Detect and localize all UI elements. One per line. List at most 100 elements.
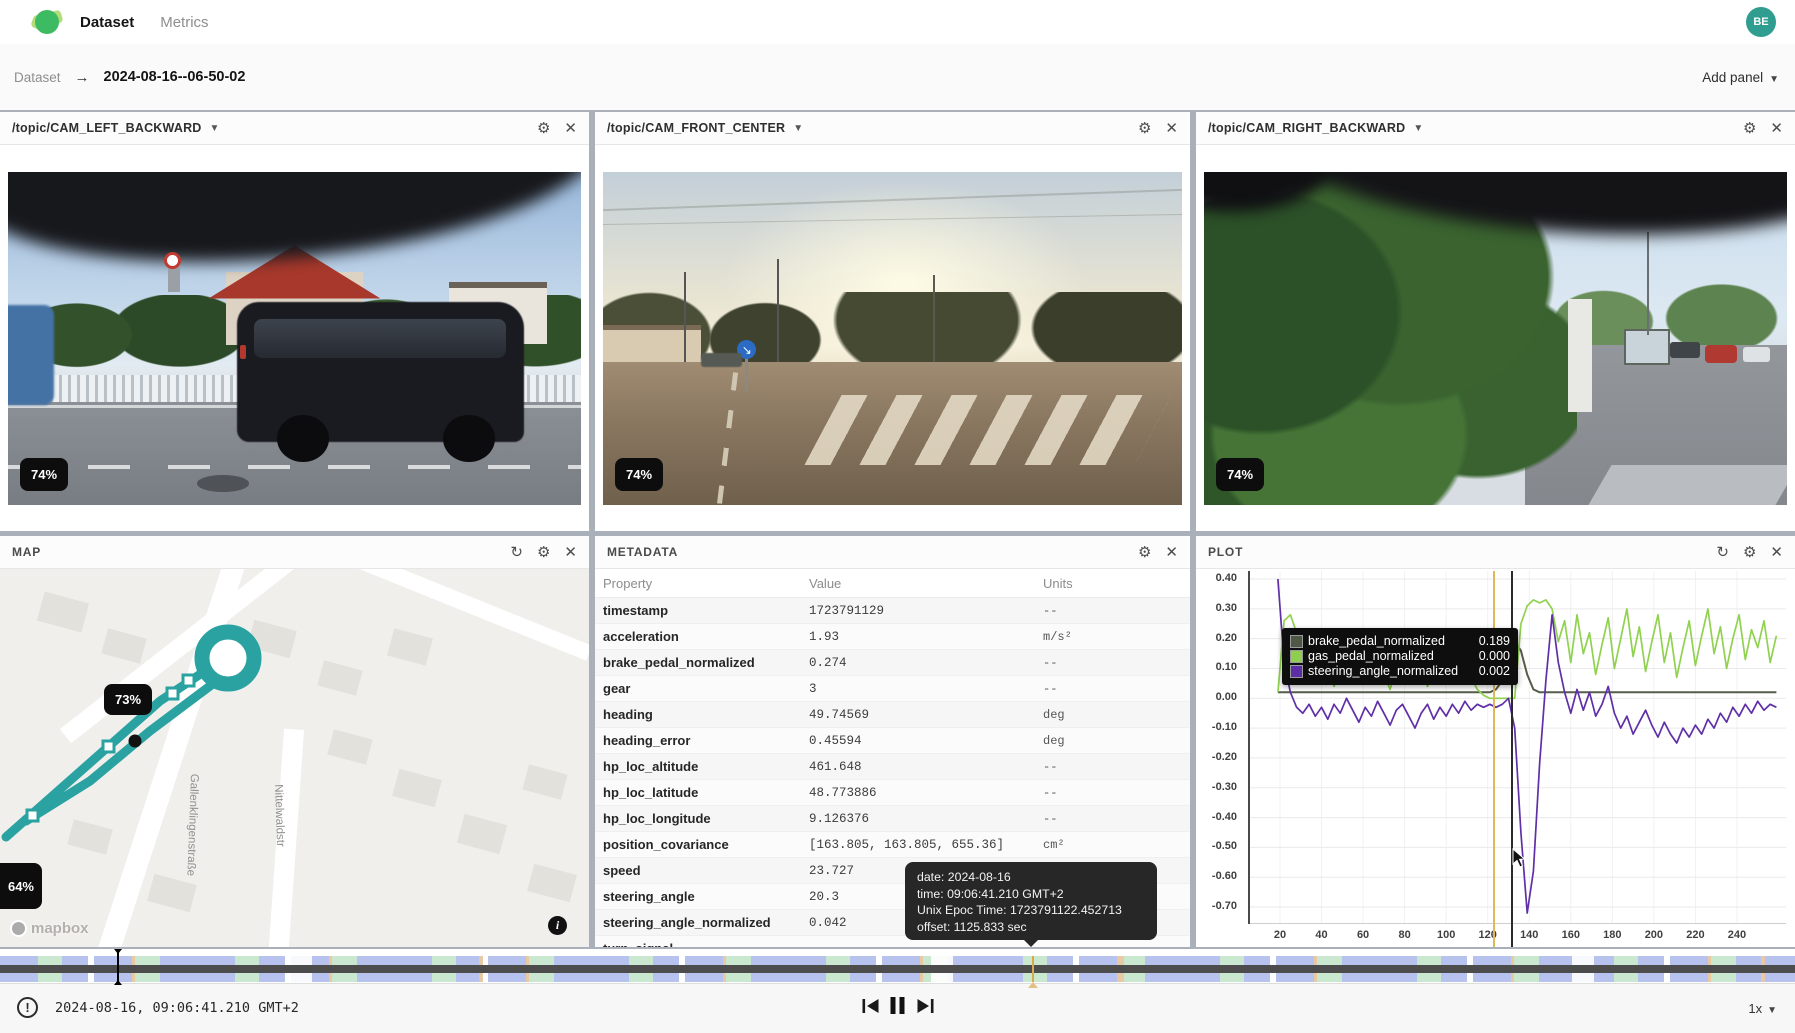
topic-select[interactable]: /topic/CAM_LEFT_BACKWARD: [12, 121, 202, 135]
chevron-down-icon[interactable]: ▼: [793, 123, 803, 134]
y-tick-label: -0.10: [1196, 721, 1237, 733]
chevron-down-icon[interactable]: ▼: [1413, 123, 1423, 134]
alert-icon[interactable]: !: [17, 997, 38, 1018]
road-sign: [164, 252, 181, 269]
user-avatar[interactable]: BE: [1746, 7, 1776, 37]
app-window: { "topbar": { "tabs": [ {"label": "Datas…: [0, 0, 1795, 1033]
timeline-track-bottom[interactable]: [0, 973, 1795, 982]
panel-header: /topic/CAM_LEFT_BACKWARD ▼ ⚙ ✕: [0, 112, 589, 145]
meta-units: deg: [1043, 734, 1190, 748]
add-panel-label: Add panel: [1702, 70, 1763, 85]
legend-row: gas_pedal_normalized0.000: [1290, 649, 1510, 664]
table-row: hp_loc_latitude 48.773886 --: [595, 780, 1190, 806]
playback-speed[interactable]: 1x▼: [1748, 1001, 1777, 1016]
breadcrumb-bar: Dataset → 2024-08-16--06-50-02 Add panel…: [0, 44, 1795, 110]
column-header-property: Property: [595, 576, 809, 591]
camera-image[interactable]: ↘ 74%: [603, 172, 1182, 505]
meta-value: 1723791129: [809, 604, 1043, 618]
brand-logo[interactable]: [32, 7, 62, 37]
map-canvas[interactable]: 73% 64% Gallenklingenstraße Nittelwaldst…: [0, 569, 589, 947]
gear-icon[interactable]: ⚙: [1138, 121, 1151, 136]
route-waypoint: [27, 810, 38, 821]
mapbox-attribution[interactable]: mapbox: [10, 920, 89, 937]
column-header-value: Value: [809, 576, 1043, 591]
skip-to-end-button[interactable]: [916, 998, 933, 1014]
top-bar: Dataset Metrics BE: [0, 0, 1795, 44]
x-tick-label: 20: [1265, 929, 1295, 941]
gear-icon[interactable]: ⚙: [1743, 121, 1756, 136]
playback-controls: [862, 997, 933, 1014]
meta-property: acceleration: [595, 629, 809, 644]
gear-icon[interactable]: ⚙: [537, 545, 550, 560]
close-icon[interactable]: ✕: [1770, 121, 1783, 136]
panel-header: /topic/CAM_FRONT_CENTER ▼ ⚙ ✕: [595, 112, 1190, 145]
tab-metrics[interactable]: Metrics: [160, 14, 208, 31]
gear-icon[interactable]: ⚙: [1138, 545, 1151, 560]
meta-property: steering_angle_normalized: [595, 915, 809, 930]
close-icon[interactable]: ✕: [1165, 121, 1178, 136]
x-tick-label: 140: [1514, 929, 1544, 941]
close-icon[interactable]: ✕: [564, 545, 577, 560]
camera-image[interactable]: 74%: [1204, 172, 1787, 505]
y-tick-label: 0.40: [1196, 572, 1237, 584]
meta-units: cm²: [1043, 838, 1190, 852]
y-tick-label: -0.20: [1196, 751, 1237, 763]
x-tick-label: 240: [1722, 929, 1752, 941]
refresh-icon[interactable]: ↻: [1716, 545, 1729, 560]
meta-value: 3: [809, 682, 1043, 696]
topic-select[interactable]: /topic/CAM_RIGHT_BACKWARD: [1208, 121, 1405, 135]
x-tick-label: 60: [1348, 929, 1378, 941]
manhole: [197, 475, 249, 492]
transport-bar: ! 2024-08-16, 09:06:41.210 GMT+2 1x▼: [0, 983, 1795, 1033]
meta-property: speed: [595, 863, 809, 878]
meta-property: hp_loc_longitude: [595, 811, 809, 826]
route-overlay: [0, 569, 589, 947]
legend-rows: brake_pedal_normalized0.189gas_pedal_nor…: [1290, 634, 1510, 679]
column-header-units: Units: [1043, 576, 1190, 591]
tooltip-date: date: 2024-08-16: [917, 869, 1145, 886]
timeline-track-top[interactable]: [0, 956, 1795, 965]
gear-icon[interactable]: ⚙: [537, 121, 550, 136]
table-row: position_covariance [163.805, 163.805, 6…: [595, 832, 1190, 858]
panel-header: PLOT ↻ ⚙ ✕: [1196, 536, 1795, 569]
plot-area[interactable]: 0.400.300.200.100.00-0.10-0.20-0.30-0.40…: [1196, 569, 1795, 947]
skip-to-start-button[interactable]: [862, 998, 879, 1014]
info-icon[interactable]: i: [548, 916, 567, 935]
panel-cam-front-center: /topic/CAM_FRONT_CENTER ▼ ⚙ ✕ ↘ 74%: [595, 112, 1190, 531]
timeline-playhead[interactable]: [117, 951, 119, 983]
close-icon[interactable]: ✕: [1165, 545, 1178, 560]
timestamp-tooltip: date: 2024-08-16 time: 09:06:41.210 GMT+…: [905, 862, 1157, 940]
map-zoom-badge: 73%: [104, 684, 152, 715]
pause-button[interactable]: [890, 997, 905, 1014]
topic-select[interactable]: /topic/CAM_FRONT_CENTER: [607, 121, 785, 135]
meta-value: 1.93: [809, 630, 1043, 644]
close-icon[interactable]: ✕: [1770, 545, 1783, 560]
timeline-center-bar[interactable]: [0, 965, 1795, 973]
meta-property: position_covariance: [595, 837, 809, 852]
tab-dataset[interactable]: Dataset: [80, 14, 134, 31]
camera-image[interactable]: 74%: [8, 172, 581, 505]
breadcrumb-root[interactable]: Dataset: [14, 70, 61, 85]
close-icon[interactable]: ✕: [564, 121, 577, 136]
meta-value: 461.648: [809, 760, 1043, 774]
meta-units: --: [1043, 656, 1190, 670]
route-waypoint: [167, 688, 178, 699]
y-tick-label: 0.30: [1196, 602, 1237, 614]
panel-cam-left-backward: /topic/CAM_LEFT_BACKWARD ▼ ⚙ ✕: [0, 112, 589, 531]
panel-grid: /topic/CAM_LEFT_BACKWARD ▼ ⚙ ✕: [0, 110, 1795, 949]
panel-header: MAP ↻ ⚙ ✕: [0, 536, 589, 569]
meta-units: m/s²: [1043, 630, 1190, 644]
speed-value: 1x: [1748, 1001, 1762, 1016]
gear-icon[interactable]: ⚙: [1743, 545, 1756, 560]
x-tick-label: 200: [1639, 929, 1669, 941]
panel-header: METADATA ⚙ ✕: [595, 536, 1190, 569]
breadcrumb-current: 2024-08-16--06-50-02: [104, 69, 246, 85]
timeline-scrubber[interactable]: [0, 949, 1795, 983]
meta-units: deg: [1043, 708, 1190, 722]
meta-property: heading_error: [595, 733, 809, 748]
refresh-icon[interactable]: ↻: [510, 545, 523, 560]
chevron-down-icon[interactable]: ▼: [210, 123, 220, 134]
x-tick-label: 180: [1597, 929, 1627, 941]
add-panel-button[interactable]: Add panel▼: [1702, 70, 1779, 85]
meta-property: hp_loc_altitude: [595, 759, 809, 774]
